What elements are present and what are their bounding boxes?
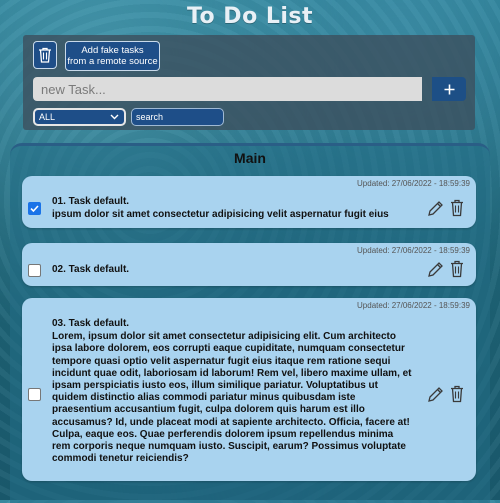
task-card: Updated: 27/06/2022 - 18:59:39 02. Task … <box>22 243 476 286</box>
task-title: 03. Task default. <box>52 318 130 329</box>
task-description: ipsum dolor sit amet consectetur adipisi… <box>52 209 389 221</box>
plus-icon <box>444 84 454 94</box>
filter-select[interactable]: ALL <box>33 108 126 126</box>
task-updated: Updated: 27/06/2022 - 18:59:39 <box>357 179 470 188</box>
new-task-input[interactable] <box>33 77 422 101</box>
task-card: Updated: 27/06/2022 - 18:59:39 03. Task … <box>22 298 476 481</box>
main-panel: Main Updated: 27/06/2022 - 18:59:39 01. … <box>10 143 490 503</box>
task-description: Lorem, ipsum dolor sit amet consectetur … <box>52 331 412 465</box>
checkmark-icon <box>30 205 39 213</box>
task-updated: Updated: 27/06/2022 - 18:59:39 <box>357 246 470 255</box>
task-content: 02. Task default. <box>52 264 129 276</box>
add-fake-tasks-button[interactable]: Add fake tasks from a remote source <box>65 41 160 71</box>
app-title: To Do List <box>186 4 314 29</box>
add-task-button[interactable] <box>432 77 466 101</box>
trash-icon[interactable] <box>450 199 464 217</box>
task-card: Updated: 27/06/2022 - 18:59:39 01. Task … <box>22 176 476 228</box>
add-fake-tasks-label: Add fake tasks from a remote source <box>67 45 158 67</box>
task-title: 02. Task default. <box>52 264 130 275</box>
filter-selected-value: ALL <box>39 112 56 122</box>
task-checkbox[interactable] <box>28 202 41 215</box>
pencil-icon[interactable] <box>427 261 444 278</box>
task-checkbox[interactable] <box>28 264 41 277</box>
task-content: 01. Task default. ipsum dolor sit amet c… <box>52 196 412 221</box>
main-title: Main <box>234 150 266 166</box>
search-input[interactable] <box>131 108 224 126</box>
trash-icon[interactable] <box>450 260 464 278</box>
delete-all-button[interactable] <box>33 41 57 69</box>
pencil-icon[interactable] <box>427 200 444 217</box>
task-updated: Updated: 27/06/2022 - 18:59:39 <box>357 301 470 310</box>
task-checkbox[interactable] <box>28 388 41 401</box>
pencil-icon[interactable] <box>427 386 444 403</box>
trash-icon[interactable] <box>450 385 464 403</box>
chevron-down-icon <box>110 114 119 120</box>
trash-icon <box>39 47 51 63</box>
task-title: 01. Task default. <box>52 196 130 207</box>
toolbar-panel: Add fake tasks from a remote source ALL <box>23 35 475 130</box>
task-content: 03. Task default. Lorem, ipsum dolor sit… <box>52 318 412 465</box>
